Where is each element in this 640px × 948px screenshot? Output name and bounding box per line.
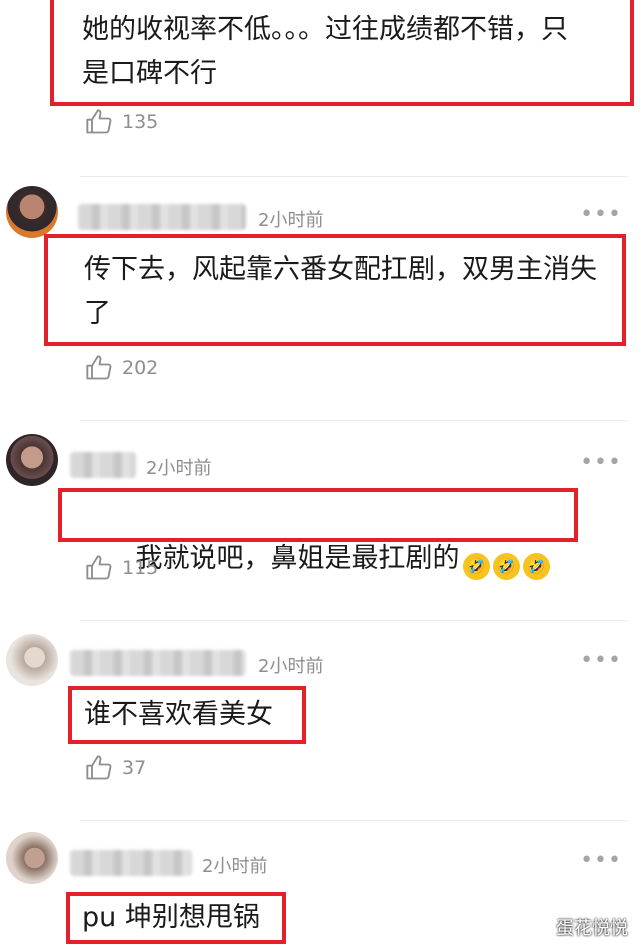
comment-3: 2小时前 ••• 我就说吧，鼻姐是最扛剧的 🤣 🤣 🤣 115 — [0, 434, 640, 614]
comment-4: 2小时前 ••• 谁不喜欢看美女 37 — [0, 634, 640, 814]
like-count: 135 — [122, 111, 159, 133]
more-options-icon[interactable]: ••• — [580, 202, 622, 227]
more-options-icon[interactable]: ••• — [580, 648, 622, 673]
comment-text: 传下去，风起靠六番女配扛剧，双男主消失 了 — [84, 254, 597, 329]
comment-highlight-box: 谁不喜欢看美女 — [68, 686, 306, 744]
comment-1: 她的收视率不低。。。过往成绩都不错，只 是口碑不行 135 — [0, 0, 640, 160]
avatar[interactable] — [6, 634, 58, 686]
divider — [80, 420, 628, 421]
like-button[interactable]: 115 — [84, 554, 158, 582]
divider — [80, 620, 628, 621]
more-options-icon[interactable]: ••• — [580, 450, 622, 475]
watermark: 蛋花悦悦 — [556, 918, 628, 939]
comment-5: 2小时前 ••• pu 坤别想甩锅 — [0, 832, 640, 948]
comment-time: 2小时前 — [258, 210, 324, 231]
comment-text-content: 我就说吧，鼻姐是最扛剧的 — [135, 543, 460, 574]
like-button[interactable]: 202 — [84, 354, 158, 382]
comment-time: 2小时前 — [146, 458, 212, 479]
comment-text: 谁不喜欢看美女 — [84, 699, 273, 730]
thumbs-up-icon — [86, 555, 112, 580]
like-button[interactable]: 135 — [84, 108, 158, 136]
thumbs-up-icon — [86, 355, 112, 380]
comment-highlight-box: 她的收视率不低。。。过往成绩都不错，只 是口碑不行 — [50, 0, 634, 106]
like-count: 202 — [122, 357, 159, 379]
thumbs-up-icon — [86, 755, 112, 780]
username-blurred[interactable] — [70, 850, 192, 876]
laughing-emoji-icon: 🤣 — [522, 553, 550, 580]
like-count: 115 — [122, 557, 159, 579]
divider — [80, 176, 628, 177]
avatar[interactable] — [6, 832, 58, 884]
laughing-emoji-icon: 🤣 — [492, 553, 520, 580]
comment-highlight-box: pu 坤别想甩锅 — [66, 892, 286, 944]
username-blurred[interactable] — [70, 452, 136, 478]
comment-time: 2小时前 — [202, 856, 268, 877]
username-blurred[interactable] — [70, 650, 246, 676]
laughing-emoji-icon: 🤣 — [462, 553, 490, 580]
comment-2: 2小时前 ••• 传下去，风起靠六番女配扛剧，双男主消失 了 202 — [0, 186, 640, 418]
thumbs-up-icon — [86, 109, 112, 134]
more-options-icon[interactable]: ••• — [580, 848, 622, 873]
like-button[interactable]: 37 — [84, 754, 146, 782]
avatar[interactable] — [6, 434, 58, 486]
avatar[interactable] — [6, 186, 58, 238]
username-blurred[interactable] — [78, 204, 246, 230]
comment-highlight-box: 我就说吧，鼻姐是最扛剧的 🤣 🤣 🤣 — [58, 488, 578, 580]
divider — [80, 820, 628, 821]
comment-highlight-box: 传下去，风起靠六番女配扛剧，双男主消失 了 — [44, 234, 626, 346]
comment-text: pu 坤别想甩锅 — [82, 902, 260, 933]
like-count: 37 — [122, 757, 147, 779]
comment-time: 2小时前 — [258, 656, 324, 677]
comment-text: 她的收视率不低。。。过往成绩都不错，只 是口碑不行 — [82, 14, 568, 89]
